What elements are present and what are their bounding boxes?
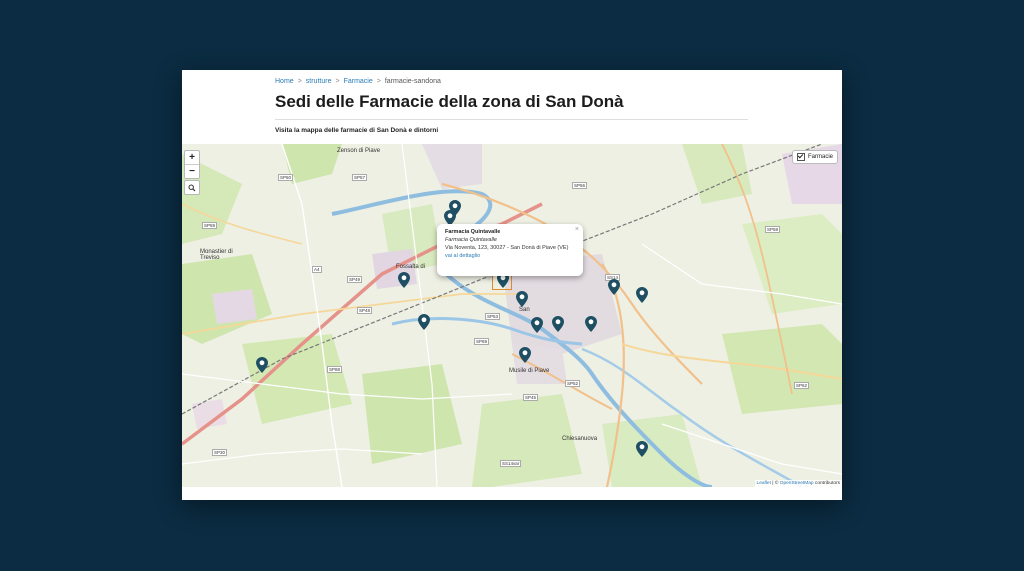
- map-label-chiesanuova: Chiesanuova: [562, 436, 598, 442]
- road-shield: SP30: [212, 449, 228, 456]
- road-shield: SP45: [523, 394, 539, 401]
- map-label-monastier: Monastier di Treviso: [200, 249, 233, 261]
- popup-close-button[interactable]: ×: [575, 225, 579, 235]
- road-shield: SP69: [474, 338, 490, 345]
- road-shield: SP58: [765, 226, 781, 233]
- map-pin-icon: [636, 287, 648, 303]
- breadcrumb-strutture[interactable]: strutture: [306, 78, 332, 85]
- pharmacy-marker[interactable]: [636, 441, 648, 457]
- breadcrumb-separator: >: [376, 78, 381, 85]
- popup-title: Farmacia Quintavalle: [445, 229, 501, 235]
- zoom-in-button[interactable]: +: [185, 151, 199, 165]
- pharmacy-marker[interactable]: [531, 317, 543, 333]
- map-pin-icon: [418, 314, 430, 330]
- breadcrumb-home[interactable]: Home: [275, 78, 294, 85]
- page-subtitle: Visita la mappa delle farmacie di San Do…: [275, 127, 439, 134]
- road-shield: SS14var: [500, 460, 522, 467]
- map-pin-icon: [516, 291, 528, 307]
- road-shield: SP62: [794, 382, 810, 389]
- map-tiles[interactable]: [182, 144, 842, 487]
- popup-subtitle: Farmacia Quintavalle: [445, 236, 497, 243]
- map-pin-icon: [608, 279, 620, 295]
- road-shield: A4: [312, 266, 322, 273]
- search-icon: [188, 184, 196, 191]
- road-shield: SP88: [327, 366, 343, 373]
- pharmacy-marker[interactable]: [418, 314, 430, 330]
- breadcrumb-separator: >: [297, 78, 302, 85]
- map-label-musile: Musile di Piave: [509, 368, 550, 374]
- attribution-suffix: contributors: [813, 481, 840, 486]
- map-label-zenson: Zenson di Piave: [337, 148, 381, 154]
- map-label-fossalta: Fossalta di: [396, 264, 426, 270]
- leaflet-link[interactable]: Leaflet: [757, 481, 771, 486]
- map-pin-icon: [398, 272, 410, 288]
- road-shield: SP56: [572, 182, 588, 189]
- breadcrumb-farmacie[interactable]: Farmacie: [344, 78, 373, 85]
- zoom-control: + −: [184, 150, 200, 179]
- road-shield: SP52: [565, 380, 581, 387]
- page-frame: Home > strutture > Farmacie > farmacie-s…: [182, 70, 842, 500]
- pharmacy-marker[interactable]: [608, 279, 620, 295]
- marker-popup: × Farmacia Quintavalle Farmacia Quintava…: [437, 224, 583, 276]
- breadcrumb: Home > strutture > Farmacie > farmacie-s…: [275, 78, 441, 85]
- map-pin-icon: [552, 316, 564, 332]
- attribution-separator: | ©: [770, 481, 780, 486]
- road-shield: SP57: [352, 174, 368, 181]
- road-shield: SP60: [278, 174, 294, 181]
- pharmacy-marker[interactable]: [552, 316, 564, 332]
- map-pin-icon: [256, 357, 268, 373]
- pharmacy-marker[interactable]: [636, 287, 648, 303]
- map-pin-icon: [519, 347, 531, 363]
- map-pin-icon: [585, 316, 597, 332]
- pharmacy-marker[interactable]: [398, 272, 410, 288]
- layer-checkbox[interactable]: [796, 153, 805, 161]
- map-pin-icon: [636, 441, 648, 457]
- map-search-button[interactable]: [184, 180, 200, 195]
- layer-label: Farmacie: [807, 154, 833, 160]
- road-shield: SP53: [485, 313, 501, 320]
- popup-detail-link[interactable]: vai al dettaglio: [445, 253, 575, 261]
- map-pin-icon: [531, 317, 543, 333]
- map-attribution: Leaflet | © OpenStreetMap contributors: [754, 480, 842, 487]
- osm-link[interactable]: OpenStreetMap: [780, 481, 814, 486]
- title-divider: [275, 119, 748, 120]
- popup-address: Via Noventa, 123, 30027 - San Donà di Pi…: [445, 244, 569, 251]
- layer-control[interactable]: Farmacie: [791, 150, 838, 164]
- page-title: Sedi delle Farmacie della zona di San Do…: [275, 92, 624, 111]
- road-shield: SP59: [202, 222, 218, 229]
- zoom-out-button[interactable]: −: [185, 165, 199, 178]
- pharmacy-marker[interactable]: [516, 291, 528, 307]
- map-container[interactable]: Zenson di Piave Fossalta di Monastier di…: [182, 144, 842, 487]
- road-shield: SP49: [347, 276, 363, 283]
- pharmacy-marker[interactable]: [519, 347, 531, 363]
- breadcrumb-current: farmacie-sandona: [384, 78, 441, 85]
- map-label-san-dona: San: [519, 307, 530, 313]
- pharmacy-marker[interactable]: [256, 357, 268, 373]
- breadcrumb-separator: >: [335, 78, 340, 85]
- pharmacy-marker[interactable]: [585, 316, 597, 332]
- road-shield: SP48: [357, 307, 373, 314]
